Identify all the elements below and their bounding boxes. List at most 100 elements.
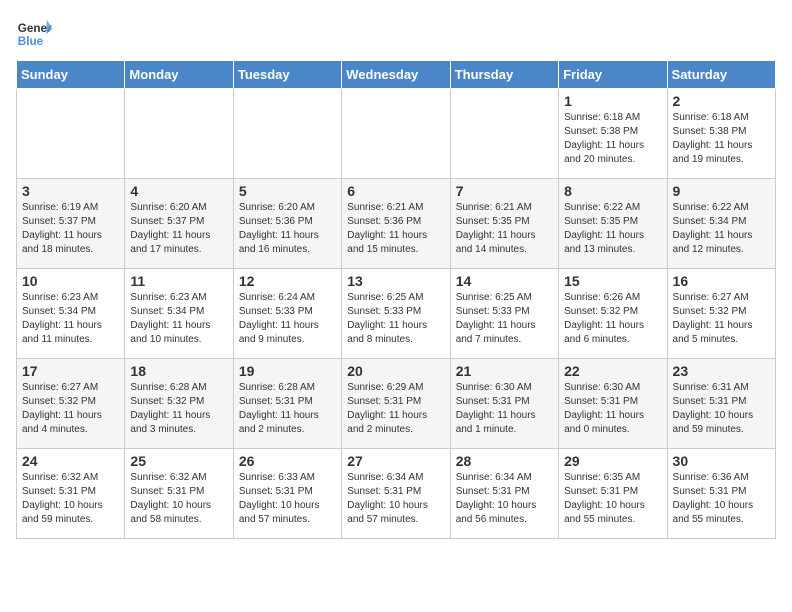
day-cell: 7 Sunrise: 6:21 AM Sunset: 5:35 PM Daylig… [450, 179, 558, 269]
day-cell: 2 Sunrise: 6:18 AM Sunset: 5:38 PM Daylig… [667, 89, 775, 179]
day-number: 13 [347, 273, 444, 289]
day-cell: 29Sunrise: 6:35 AM Sunset: 5:31 PM Dayli… [559, 449, 667, 539]
day-info: Sunrise: 6:27 AM Sunset: 5:32 PM Dayligh… [673, 291, 770, 347]
logo-icon: General Blue [16, 16, 52, 52]
day-info: Sunrise: 6:33 AM Sunset: 5:31 PM Dayligh… [239, 471, 336, 527]
day-cell: 9 Sunrise: 6:22 AM Sunset: 5:34 PM Daylig… [667, 179, 775, 269]
day-info: Sunrise: 6:18 AM Sunset: 5:38 PM Dayligh… [564, 111, 661, 167]
svg-text:Blue: Blue [18, 35, 44, 48]
header-cell-monday: Monday [125, 61, 233, 89]
day-info: Sunrise: 6:22 AM Sunset: 5:34 PM Dayligh… [673, 201, 770, 257]
week-row-5: 24Sunrise: 6:32 AM Sunset: 5:31 PM Dayli… [17, 449, 776, 539]
day-number: 22 [564, 363, 661, 379]
day-cell: 18Sunrise: 6:28 AM Sunset: 5:32 PM Dayli… [125, 359, 233, 449]
day-cell: 19Sunrise: 6:28 AM Sunset: 5:31 PM Dayli… [233, 359, 341, 449]
day-number: 10 [22, 273, 119, 289]
day-cell: 11 Sunrise: 6:23 AM Sunset: 5:34 PM Dayli… [125, 269, 233, 359]
calendar-table: SundayMondayTuesdayWednesdayThursdayFrid… [16, 60, 776, 539]
day-info: Sunrise: 6:20 AM Sunset: 5:37 PM Dayligh… [130, 201, 227, 257]
day-cell [450, 89, 558, 179]
day-cell [233, 89, 341, 179]
day-number: 30 [673, 453, 770, 469]
day-number: 18 [130, 363, 227, 379]
day-info: Sunrise: 6:23 AM Sunset: 5:34 PM Dayligh… [130, 291, 227, 347]
day-cell: 30Sunrise: 6:36 AM Sunset: 5:31 PM Dayli… [667, 449, 775, 539]
day-cell: 12 Sunrise: 6:24 AM Sunset: 5:33 PM Dayli… [233, 269, 341, 359]
day-number: 5 [239, 183, 336, 199]
day-info: Sunrise: 6:21 AM Sunset: 5:36 PM Dayligh… [347, 201, 444, 257]
day-info: Sunrise: 6:32 AM Sunset: 5:31 PM Dayligh… [130, 471, 227, 527]
day-cell: 15Sunrise: 6:26 AM Sunset: 5:32 PM Dayli… [559, 269, 667, 359]
day-cell: 3 Sunrise: 6:19 AM Sunset: 5:37 PM Daylig… [17, 179, 125, 269]
day-cell: 22 Sunrise: 6:30 AM Sunset: 5:31 PM Dayli… [559, 359, 667, 449]
day-cell: 26 Sunrise: 6:33 AM Sunset: 5:31 PM Dayli… [233, 449, 341, 539]
day-info: Sunrise: 6:20 AM Sunset: 5:36 PM Dayligh… [239, 201, 336, 257]
day-cell: 1 Sunrise: 6:18 AM Sunset: 5:38 PM Daylig… [559, 89, 667, 179]
day-info: Sunrise: 6:34 AM Sunset: 5:31 PM Dayligh… [456, 471, 553, 527]
day-cell: 24Sunrise: 6:32 AM Sunset: 5:31 PM Dayli… [17, 449, 125, 539]
day-info: Sunrise: 6:30 AM Sunset: 5:31 PM Dayligh… [564, 381, 661, 437]
day-number: 7 [456, 183, 553, 199]
day-cell: 25 Sunrise: 6:32 AM Sunset: 5:31 PM Dayli… [125, 449, 233, 539]
day-cell: 6 Sunrise: 6:21 AM Sunset: 5:36 PM Daylig… [342, 179, 450, 269]
day-info: Sunrise: 6:21 AM Sunset: 5:35 PM Dayligh… [456, 201, 553, 257]
day-cell: 16 Sunrise: 6:27 AM Sunset: 5:32 PM Dayli… [667, 269, 775, 359]
day-number: 2 [673, 93, 770, 109]
day-number: 20 [347, 363, 444, 379]
day-cell: 27 Sunrise: 6:34 AM Sunset: 5:31 PM Dayli… [342, 449, 450, 539]
header-cell-friday: Friday [559, 61, 667, 89]
week-row-2: 3 Sunrise: 6:19 AM Sunset: 5:37 PM Daylig… [17, 179, 776, 269]
day-number: 27 [347, 453, 444, 469]
day-info: Sunrise: 6:30 AM Sunset: 5:31 PM Dayligh… [456, 381, 553, 437]
day-number: 9 [673, 183, 770, 199]
day-info: Sunrise: 6:19 AM Sunset: 5:37 PM Dayligh… [22, 201, 119, 257]
day-number: 28 [456, 453, 553, 469]
logo: General Blue [16, 16, 52, 52]
day-cell: 8Sunrise: 6:22 AM Sunset: 5:35 PM Daylig… [559, 179, 667, 269]
day-info: Sunrise: 6:31 AM Sunset: 5:31 PM Dayligh… [673, 381, 770, 437]
day-cell: 20Sunrise: 6:29 AM Sunset: 5:31 PM Dayli… [342, 359, 450, 449]
day-number: 4 [130, 183, 227, 199]
header-cell-sunday: Sunday [17, 61, 125, 89]
day-number: 14 [456, 273, 553, 289]
day-number: 19 [239, 363, 336, 379]
day-number: 23 [673, 363, 770, 379]
day-cell [342, 89, 450, 179]
day-number: 1 [564, 93, 661, 109]
day-cell: 21 Sunrise: 6:30 AM Sunset: 5:31 PM Dayli… [450, 359, 558, 449]
day-info: Sunrise: 6:23 AM Sunset: 5:34 PM Dayligh… [22, 291, 119, 347]
header-cell-wednesday: Wednesday [342, 61, 450, 89]
day-number: 8 [564, 183, 661, 199]
header: General Blue [16, 16, 776, 52]
day-cell: 4 Sunrise: 6:20 AM Sunset: 5:37 PM Daylig… [125, 179, 233, 269]
week-row-1: 1 Sunrise: 6:18 AM Sunset: 5:38 PM Daylig… [17, 89, 776, 179]
day-cell [17, 89, 125, 179]
day-cell: 14 Sunrise: 6:25 AM Sunset: 5:33 PM Dayli… [450, 269, 558, 359]
day-number: 21 [456, 363, 553, 379]
day-info: Sunrise: 6:27 AM Sunset: 5:32 PM Dayligh… [22, 381, 119, 437]
day-cell [125, 89, 233, 179]
day-cell: 23 Sunrise: 6:31 AM Sunset: 5:31 PM Dayli… [667, 359, 775, 449]
day-cell: 17Sunrise: 6:27 AM Sunset: 5:32 PM Dayli… [17, 359, 125, 449]
day-info: Sunrise: 6:18 AM Sunset: 5:38 PM Dayligh… [673, 111, 770, 167]
day-number: 16 [673, 273, 770, 289]
day-info: Sunrise: 6:24 AM Sunset: 5:33 PM Dayligh… [239, 291, 336, 347]
day-number: 12 [239, 273, 336, 289]
header-cell-tuesday: Tuesday [233, 61, 341, 89]
day-info: Sunrise: 6:34 AM Sunset: 5:31 PM Dayligh… [347, 471, 444, 527]
day-info: Sunrise: 6:25 AM Sunset: 5:33 PM Dayligh… [347, 291, 444, 347]
day-number: 11 [130, 273, 227, 289]
day-cell: 13 Sunrise: 6:25 AM Sunset: 5:33 PM Dayli… [342, 269, 450, 359]
day-info: Sunrise: 6:35 AM Sunset: 5:31 PM Dayligh… [564, 471, 661, 527]
header-row: SundayMondayTuesdayWednesdayThursdayFrid… [17, 61, 776, 89]
day-number: 25 [130, 453, 227, 469]
week-row-4: 17Sunrise: 6:27 AM Sunset: 5:32 PM Dayli… [17, 359, 776, 449]
day-info: Sunrise: 6:32 AM Sunset: 5:31 PM Dayligh… [22, 471, 119, 527]
header-cell-thursday: Thursday [450, 61, 558, 89]
day-cell: 28 Sunrise: 6:34 AM Sunset: 5:31 PM Dayli… [450, 449, 558, 539]
day-number: 6 [347, 183, 444, 199]
day-cell: 5 Sunrise: 6:20 AM Sunset: 5:36 PM Daylig… [233, 179, 341, 269]
day-info: Sunrise: 6:25 AM Sunset: 5:33 PM Dayligh… [456, 291, 553, 347]
day-number: 26 [239, 453, 336, 469]
day-number: 3 [22, 183, 119, 199]
